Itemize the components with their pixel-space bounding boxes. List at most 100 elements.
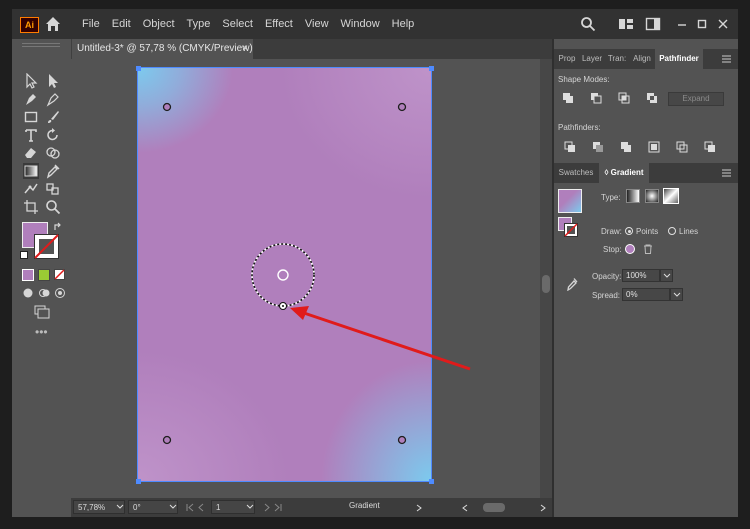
gradient-point-bl[interactable] <box>162 435 172 445</box>
trim-icon[interactable] <box>592 141 604 153</box>
rectangle-tool-icon[interactable] <box>23 109 39 125</box>
gradient-point-tr[interactable] <box>397 102 407 112</box>
first-previous-artboard-icon[interactable] <box>185 503 209 512</box>
panel-menu-icon[interactable] <box>722 169 731 177</box>
eyedropper-icon[interactable] <box>566 277 578 291</box>
puppet-warp-tool-icon[interactable] <box>23 181 39 197</box>
zoom-tool-icon[interactable] <box>45 199 61 215</box>
screen-mode-icon[interactable] <box>34 305 50 319</box>
gradient-stroke-swatch[interactable] <box>564 223 578 237</box>
rotate-tool-icon[interactable] <box>45 127 61 143</box>
canvas[interactable] <box>71 59 540 498</box>
divide-icon[interactable] <box>564 141 576 153</box>
draw-lines-radio[interactable] <box>668 227 676 235</box>
default-colors-icon[interactable] <box>20 251 28 259</box>
shape-builder-tool-icon[interactable] <box>45 145 61 161</box>
artboard-tool-icon[interactable] <box>23 199 39 215</box>
document-tab-close[interactable]: × <box>242 39 248 59</box>
unite-icon[interactable] <box>562 92 574 104</box>
outline-icon[interactable] <box>676 141 688 153</box>
gradient-mode-icon[interactable] <box>38 269 50 281</box>
horizontal-scroll-thumb[interactable] <box>483 503 505 512</box>
menu-effect[interactable]: Effect <box>259 9 299 39</box>
menu-view[interactable]: View <box>299 9 335 39</box>
menu-edit[interactable]: Edit <box>106 9 137 39</box>
tools-grip[interactable] <box>22 43 60 47</box>
menu-object[interactable]: Object <box>137 9 181 39</box>
edit-toolbar-button[interactable]: ••• <box>35 325 48 339</box>
expand-button[interactable]: Expand <box>668 92 724 106</box>
eyedropper-tool-icon[interactable] <box>45 163 61 179</box>
chevron-down-icon[interactable] <box>246 504 254 510</box>
close-icon[interactable] <box>715 16 731 32</box>
type-tool-icon[interactable] <box>23 127 39 143</box>
radial-gradient-button[interactable] <box>645 189 659 203</box>
chevron-down-icon[interactable] <box>169 504 177 510</box>
selected-gradient-point[interactable] <box>277 269 289 281</box>
menu-help[interactable]: Help <box>386 9 421 39</box>
menu-file[interactable]: File <box>76 9 106 39</box>
tab-pathfinder[interactable]: Pathfinder <box>655 49 703 69</box>
selection-tool-icon[interactable] <box>23 73 39 89</box>
search-icon[interactable] <box>580 16 596 32</box>
freeform-gradient-button[interactable] <box>663 188 679 204</box>
color-mode-icon[interactable] <box>22 269 34 281</box>
draw-inside-icon[interactable] <box>54 287 66 299</box>
merge-icon[interactable] <box>620 141 632 153</box>
gradient-point-br[interactable] <box>397 435 407 445</box>
scroll-left-icon[interactable] <box>461 504 469 512</box>
vertical-scroll-thumb[interactable] <box>542 275 550 293</box>
gradient-point-tl[interactable] <box>162 102 172 112</box>
tab-layers[interactable]: Layer <box>580 49 604 69</box>
spread-input[interactable]: 0% <box>622 288 670 301</box>
exclude-icon[interactable] <box>646 92 658 104</box>
vertical-scrollbar[interactable] <box>540 59 552 498</box>
spread-dropdown[interactable] <box>670 288 683 301</box>
swap-fill-stroke-icon[interactable] <box>53 222 63 232</box>
home-icon[interactable] <box>44 15 62 33</box>
tab-properties[interactable]: Prop <box>556 49 578 69</box>
stop-label: Stop: <box>603 245 622 254</box>
minus-back-icon[interactable] <box>704 141 716 153</box>
chevron-down-icon[interactable] <box>116 504 124 510</box>
gradient-overlay <box>162 102 471 445</box>
tab-gradient[interactable]: ◊ Gradient <box>599 163 649 183</box>
opacity-input[interactable]: 100% <box>622 269 660 282</box>
crop-icon[interactable] <box>648 141 660 153</box>
curvature-tool-icon[interactable] <box>45 91 61 107</box>
eraser-tool-icon[interactable] <box>23 145 39 161</box>
trash-icon[interactable] <box>643 244 653 254</box>
workspace-switcher-icon[interactable] <box>645 16 661 32</box>
intersect-icon[interactable] <box>618 92 630 104</box>
opacity-dropdown[interactable] <box>660 269 673 282</box>
tab-align[interactable]: Align <box>630 49 654 69</box>
stop-color-swatch[interactable] <box>625 244 635 254</box>
document-tab[interactable]: Untitled-3* @ 57,78 % (CMYK/Preview) × <box>71 39 253 59</box>
paintbrush-tool-icon[interactable] <box>45 109 61 125</box>
menu-type[interactable]: Type <box>181 9 217 39</box>
pen-tool-icon[interactable] <box>23 91 39 107</box>
direct-selection-tool-icon[interactable] <box>45 73 61 89</box>
arrange-documents-icon[interactable] <box>618 16 634 32</box>
minimize-icon[interactable] <box>674 16 690 32</box>
tab-transform[interactable]: Tran: <box>605 49 629 69</box>
tab-swatches[interactable]: Swatches <box>556 163 596 183</box>
maximize-icon[interactable] <box>694 16 710 32</box>
none-mode-icon[interactable] <box>54 269 65 280</box>
gradient-fill-preview[interactable] <box>558 189 582 213</box>
menu-window[interactable]: Window <box>335 9 386 39</box>
stroke-swatch[interactable] <box>34 234 59 259</box>
minus-front-icon[interactable] <box>590 92 602 104</box>
draw-points-radio[interactable] <box>625 227 633 235</box>
draw-normal-icon[interactable] <box>22 287 34 299</box>
symbol-sprayer-tool-icon[interactable] <box>45 181 61 197</box>
draw-behind-icon[interactable] <box>38 287 50 299</box>
linear-gradient-button[interactable] <box>626 189 640 203</box>
scroll-right-icon[interactable] <box>539 504 547 512</box>
next-last-artboard-icon[interactable] <box>259 503 283 512</box>
panel-menu-icon[interactable] <box>722 55 731 63</box>
gradient-tool-icon[interactable] <box>23 163 39 179</box>
menu-select[interactable]: Select <box>216 9 259 39</box>
app-logo[interactable]: Ai <box>20 17 39 33</box>
status-menu-arrow-icon[interactable] <box>415 504 423 512</box>
